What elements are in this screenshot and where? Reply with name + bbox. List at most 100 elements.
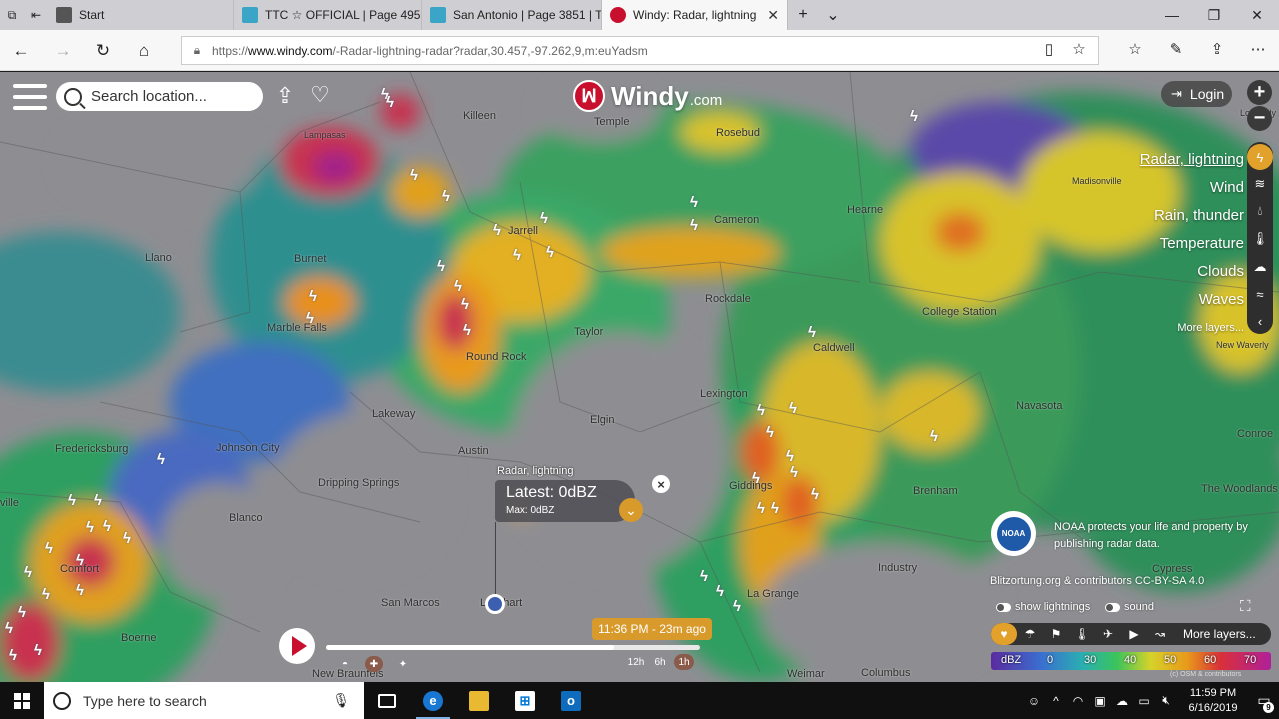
pen-notes-icon[interactable]: ✎ bbox=[1163, 36, 1189, 62]
layer-clouds[interactable]: Clouds bbox=[1140, 258, 1244, 286]
refresh-button[interactable]: ↻ bbox=[90, 38, 116, 64]
share-icon[interactable]: ⇪ bbox=[1204, 36, 1230, 62]
taskbar-file-explorer[interactable] bbox=[456, 682, 502, 719]
taskbar-clock[interactable]: 11:59 PM 6/16/2019 bbox=[1177, 686, 1249, 716]
favorite-heart-icon[interactable]: ♥ bbox=[991, 623, 1017, 645]
wind-gust-icon[interactable]: ↝ bbox=[1147, 623, 1173, 645]
more-menu-icon[interactable]: ⋯ bbox=[1245, 36, 1271, 62]
windy-logo[interactable]: ꟽ Windy .com bbox=[573, 80, 722, 112]
airplane-icon[interactable]: ✈ bbox=[1095, 623, 1121, 645]
city-label: Hearne bbox=[847, 204, 884, 216]
location-pin[interactable] bbox=[485, 594, 505, 614]
favorite-heart-icon[interactable]: ♡ bbox=[307, 82, 333, 108]
taskbar-search-box[interactable]: Type here to search 🎙︎ bbox=[44, 682, 364, 719]
login-button[interactable]: ⇥ Login bbox=[1161, 81, 1232, 107]
city-label: Round Rock bbox=[466, 351, 527, 363]
search-location-input[interactable]: Search location... bbox=[56, 82, 263, 111]
battery-icon[interactable]: ▭ bbox=[1133, 694, 1155, 708]
menu-button[interactable] bbox=[13, 84, 47, 110]
back-button[interactable]: ← bbox=[8, 38, 34, 64]
close-popup-icon[interactable]: × bbox=[652, 475, 670, 493]
zoom-in-button[interactable]: + bbox=[1247, 80, 1272, 105]
onedrive-cloud-icon[interactable]: ☁ bbox=[1111, 694, 1133, 708]
login-label: Login bbox=[1189, 86, 1225, 102]
waves-icon[interactable]: ≈ bbox=[1247, 281, 1273, 307]
action-center-button[interactable]: ▭ 9 bbox=[1249, 682, 1279, 719]
minimize-button[interactable]: — bbox=[1152, 0, 1192, 30]
thermometer-icon[interactable]: 🌡︎ bbox=[1247, 226, 1273, 252]
taskbar-store[interactable]: ⊞ bbox=[502, 682, 548, 719]
temperature-icon[interactable]: 🌡︎ bbox=[1069, 623, 1095, 645]
play-button[interactable] bbox=[279, 628, 315, 664]
tab-list-chevron-icon[interactable]: ⌄ bbox=[818, 0, 848, 30]
network-icon[interactable]: ◠ bbox=[1067, 694, 1089, 708]
webcam-icon[interactable]: ▶ bbox=[1121, 623, 1147, 645]
tab-start[interactable]: Start bbox=[48, 0, 234, 30]
city-label: Weimar bbox=[787, 668, 825, 680]
tab-san-antonio[interactable]: San Antonio | Page 3851 | T bbox=[422, 0, 602, 30]
antivirus-icon[interactable]: ▣ bbox=[1089, 694, 1111, 708]
sound-toggle[interactable]: sound bbox=[1105, 601, 1154, 613]
favorites-hub-icon[interactable]: ☆ bbox=[1122, 36, 1148, 62]
lightning-credit[interactable]: Blitzortung.org & contributors CC-BY-SA … bbox=[990, 575, 1204, 587]
volume-muted-icon[interactable]: 🔇︎ bbox=[1155, 693, 1177, 708]
city-label: Madisonville bbox=[1072, 176, 1122, 186]
chevron-down-icon[interactable]: ⌄ bbox=[619, 498, 643, 522]
layer-more-layers[interactable]: More layers... bbox=[1140, 314, 1244, 342]
tab-windy[interactable]: Windy: Radar, lightning ✕ bbox=[602, 0, 788, 30]
noaa-logo[interactable]: NOAA bbox=[991, 511, 1036, 556]
windows-logo-icon bbox=[14, 692, 30, 709]
address-bar[interactable]: 🔒︎ https://www.windy.com/-Radar-lightnin… bbox=[181, 36, 1099, 65]
microphone-icon[interactable]: 🎙︎ bbox=[332, 692, 350, 709]
tab-manager-icon[interactable]: ⧉ bbox=[0, 0, 24, 30]
cloud-icon[interactable]: ☁︎ bbox=[1247, 254, 1273, 280]
forward-button[interactable]: → bbox=[50, 38, 76, 64]
chevron-left-icon[interactable]: ‹ bbox=[1247, 308, 1273, 334]
set-tabs-aside-icon[interactable]: ⇤ bbox=[24, 0, 48, 30]
forum-favicon bbox=[430, 7, 446, 23]
reading-view-icon[interactable]: ▯ bbox=[1036, 36, 1062, 62]
zoom-out-button[interactable]: − bbox=[1247, 106, 1272, 131]
restore-button[interactable]: ❐ bbox=[1194, 0, 1234, 30]
tray-chevron-up-icon[interactable]: ^ bbox=[1045, 694, 1067, 708]
close-window-button[interactable]: ✕ bbox=[1237, 0, 1277, 30]
lightning-mode-icon[interactable]: ✦ bbox=[394, 656, 412, 672]
layer-radar-lightning[interactable]: Radar, lightning bbox=[1140, 146, 1244, 174]
home-button[interactable]: ⌂ bbox=[131, 38, 157, 64]
people-icon[interactable]: ☺ bbox=[1023, 694, 1045, 708]
legend-value: 30 bbox=[1084, 654, 1097, 666]
show-lightnings-toggle[interactable]: show lightnings bbox=[996, 601, 1090, 613]
timeline-time-bubble[interactable]: 11:36 PM - 23m ago bbox=[592, 618, 712, 640]
span-12h[interactable]: 12h bbox=[626, 654, 646, 670]
layer-wind[interactable]: Wind bbox=[1140, 174, 1244, 202]
layer-waves[interactable]: Waves bbox=[1140, 286, 1244, 314]
layer-rain-thunder[interactable]: Rain, thunder bbox=[1140, 202, 1244, 230]
span-1h[interactable]: 1h bbox=[674, 654, 694, 670]
taskbar-edge[interactable]: e bbox=[410, 682, 456, 719]
more-layers-button[interactable]: More layers... bbox=[1183, 627, 1256, 641]
radar-icon[interactable]: ϟ bbox=[1247, 144, 1273, 170]
span-6h[interactable]: 6h bbox=[650, 654, 670, 670]
screen: { "browser": { "start_tab": "Start", "ta… bbox=[0, 0, 1279, 719]
satellite-mode-icon[interactable]: ✚ bbox=[365, 656, 383, 672]
radar-map[interactable]: Killeen Temple Rosebud Lampasas Madisonv… bbox=[0, 72, 1279, 682]
radar-mode-icon[interactable]: ◓ bbox=[336, 656, 354, 672]
map-attribution[interactable]: (c) OSM & contributors bbox=[1170, 671, 1241, 678]
wind-flag-icon[interactable]: ⚑ bbox=[1043, 623, 1069, 645]
new-tab-button[interactable]: + bbox=[788, 0, 818, 30]
city-label: Navasota bbox=[1016, 400, 1063, 412]
taskbar-outlook[interactable]: o bbox=[548, 682, 594, 719]
fullscreen-icon[interactable]: ⛶ bbox=[1240, 598, 1251, 615]
location-popup[interactable]: Latest: 0dBZ Max: 0dBZ bbox=[495, 480, 635, 522]
wind-icon[interactable]: ≋ bbox=[1247, 171, 1273, 197]
start-button[interactable] bbox=[0, 682, 44, 719]
close-tab-icon[interactable]: ✕ bbox=[767, 7, 779, 24]
rain-cloud-icon[interactable]: ☂ bbox=[1017, 623, 1043, 645]
tab-ttc[interactable]: TTC ☆ OFFICIAL | Page 4953 bbox=[234, 0, 422, 30]
popup-pin-line bbox=[495, 522, 496, 598]
layer-temperature[interactable]: Temperature bbox=[1140, 230, 1244, 258]
task-view-button[interactable] bbox=[364, 682, 410, 719]
favorite-star-icon[interactable]: ☆ bbox=[1066, 36, 1092, 62]
rain-drop-icon[interactable]: 💧︎ bbox=[1247, 198, 1273, 224]
share-icon[interactable]: ⇪ bbox=[272, 83, 298, 109]
